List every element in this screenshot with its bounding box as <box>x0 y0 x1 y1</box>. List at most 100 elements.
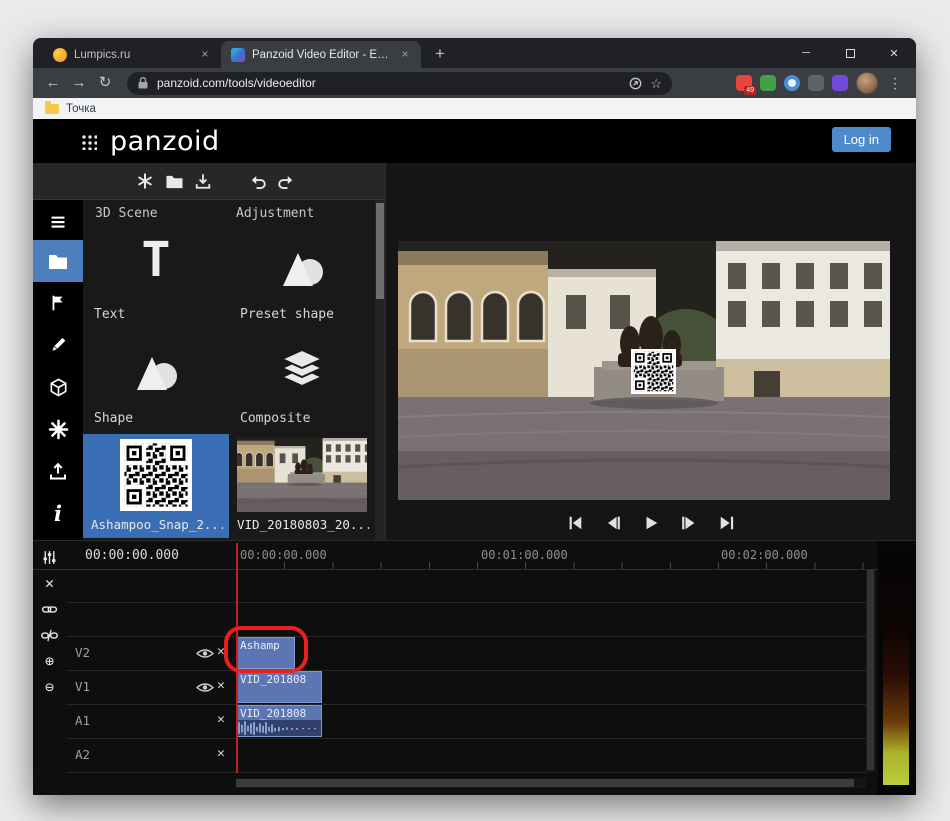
tool-shape[interactable]: Shape <box>83 330 229 434</box>
clip-v1-video[interactable]: VID_201808 <box>236 671 322 703</box>
open-project-icon[interactable] <box>164 171 184 191</box>
green-extension-icon[interactable] <box>760 75 776 91</box>
close-button[interactable]: ✕ <box>872 38 916 68</box>
library-grid: T Text Preset shape <box>83 226 375 434</box>
delete-icon[interactable]: ✕ <box>40 575 60 591</box>
clip-label: VID_201808 <box>237 672 321 687</box>
pencil-icon <box>48 335 68 355</box>
track-divider <box>66 670 866 671</box>
shield-extension-icon[interactable] <box>808 75 824 91</box>
apps-grid-icon[interactable] <box>80 133 97 150</box>
back-button[interactable]: ← <box>41 71 65 95</box>
tab-panzoid[interactable]: Panzoid Video Editor - Edit Video × <box>221 41 421 68</box>
mixer-icon[interactable] <box>40 549 60 565</box>
menu-hamburger-icon[interactable]: ≡ <box>33 202 83 240</box>
side-panel-icon[interactable] <box>629 77 642 90</box>
bookmark-folder-icon <box>45 104 59 114</box>
browser-toolbar: ← → ↻ panzoid.com/tools/videoeditor ☆ 49 <box>33 68 916 98</box>
track-visibility-toggle[interactable] <box>196 681 214 694</box>
library-headers: 3D Scene Adjustment <box>83 200 375 226</box>
blue-extension-icon[interactable] <box>784 75 800 91</box>
track-delete-icon[interactable]: ✕ <box>217 713 225 727</box>
new-project-icon[interactable] <box>135 171 155 191</box>
unlink-icon[interactable] <box>40 627 60 643</box>
new-tab-button[interactable]: + <box>427 41 453 68</box>
track-delete-icon[interactable]: ✕ <box>217 645 225 659</box>
tool-preset-shape[interactable]: Preset shape <box>229 226 375 330</box>
app-header: panzoid Log in <box>33 119 916 163</box>
scrollbar-thumb[interactable] <box>376 203 384 299</box>
step-forward-button[interactable] <box>678 513 700 533</box>
minimize-button[interactable]: ─ <box>784 38 828 68</box>
tab-close-icon[interactable]: × <box>397 47 413 63</box>
track-divider <box>66 704 866 705</box>
play-button[interactable] <box>640 513 662 533</box>
timeline-horizontal-scrollbar[interactable] <box>236 778 866 788</box>
media-item-qr[interactable]: Ashampoo_Snap_2... <box>83 434 229 538</box>
media-item-video[interactable]: VID_20180803_20... <box>229 434 375 538</box>
tool-label: Shape <box>94 411 133 426</box>
tool-text[interactable]: T Text <box>83 226 229 330</box>
track-divider <box>66 602 866 603</box>
video-preview[interactable] <box>398 241 890 500</box>
reload-button[interactable]: ↻ <box>93 71 117 95</box>
section-header-3d-scene: 3D Scene <box>95 206 236 221</box>
zoom-in-icon[interactable]: ⊕ <box>40 653 60 669</box>
track-delete-icon[interactable]: ✕ <box>217 747 225 761</box>
address-bar[interactable]: panzoid.com/tools/videoeditor ☆ <box>127 72 672 95</box>
clip-a1-audio[interactable]: VID_201808 <box>236 705 322 737</box>
scrollbar-thumb[interactable] <box>236 779 854 787</box>
video-canvas <box>398 241 890 500</box>
scrollbar-thumb[interactable] <box>867 570 874 770</box>
flag-icon <box>48 293 68 313</box>
maximize-button[interactable] <box>828 38 872 68</box>
left-body: ≡ <box>33 200 385 540</box>
bookmark-item[interactable]: Точка <box>66 103 96 115</box>
level-meter-gradient <box>883 559 909 785</box>
login-button[interactable]: Log in <box>832 127 891 152</box>
adblock-extension-icon[interactable]: 49 <box>736 75 752 91</box>
track-name-a2: A2 <box>75 747 90 762</box>
forward-button[interactable]: → <box>67 71 91 95</box>
rail-files-item[interactable] <box>33 240 83 282</box>
track-delete-icon[interactable]: ✕ <box>217 679 225 693</box>
track-visibility-toggle[interactable] <box>196 647 214 660</box>
info-icon: i <box>54 501 62 526</box>
rail-edit-item[interactable] <box>33 324 83 366</box>
purple-extension-icon[interactable] <box>832 75 848 91</box>
tab-strip: Lumpics.ru × Panzoid Video Editor - Edit… <box>33 38 916 68</box>
ruler-label: 00:00:00.000 <box>240 548 327 562</box>
mode-rail: ≡ <box>33 200 83 540</box>
library-scrollbar[interactable] <box>375 200 385 540</box>
window-controls: ─ ✕ <box>784 38 916 68</box>
undo-icon[interactable] <box>247 171 267 191</box>
bookmark-star-icon[interactable]: ☆ <box>650 77 662 90</box>
tab-close-icon[interactable]: × <box>197 47 213 63</box>
profile-avatar[interactable] <box>856 72 878 94</box>
clip-label: VID_201808 <box>237 706 321 721</box>
rail-effects-item[interactable] <box>33 408 83 450</box>
tab-title: Lumpics.ru <box>74 49 190 61</box>
ruler-label: 00:01:00.000 <box>481 548 568 562</box>
rail-export-item[interactable] <box>33 450 83 492</box>
playhead[interactable] <box>236 543 238 773</box>
tool-composite[interactable]: Composite <box>229 330 375 434</box>
ruler-ticks[interactable] <box>236 562 878 569</box>
project-toolbar <box>33 163 385 200</box>
library-panel: 3D Scene Adjustment T Text <box>83 200 375 540</box>
skip-end-button[interactable] <box>716 513 738 533</box>
skip-start-button[interactable] <box>564 513 586 533</box>
zoom-out-icon[interactable]: ⊖ <box>40 679 60 695</box>
rail-shapes-item[interactable] <box>33 366 83 408</box>
rail-info-item[interactable]: i <box>33 492 83 534</box>
step-back-button[interactable] <box>602 513 624 533</box>
timeline-vertical-scrollbar[interactable] <box>866 570 875 772</box>
tab-lumpics[interactable]: Lumpics.ru × <box>43 41 221 68</box>
save-download-icon[interactable] <box>193 171 213 191</box>
section-header-adjustment: Adjustment <box>236 206 314 221</box>
clip-v2-ashampoo[interactable]: Ashamp <box>236 637 295 669</box>
browser-menu-icon[interactable]: ⋮ <box>886 75 904 92</box>
link-icon[interactable] <box>40 601 60 617</box>
redo-icon[interactable] <box>276 171 296 191</box>
rail-objects-item[interactable] <box>33 282 83 324</box>
